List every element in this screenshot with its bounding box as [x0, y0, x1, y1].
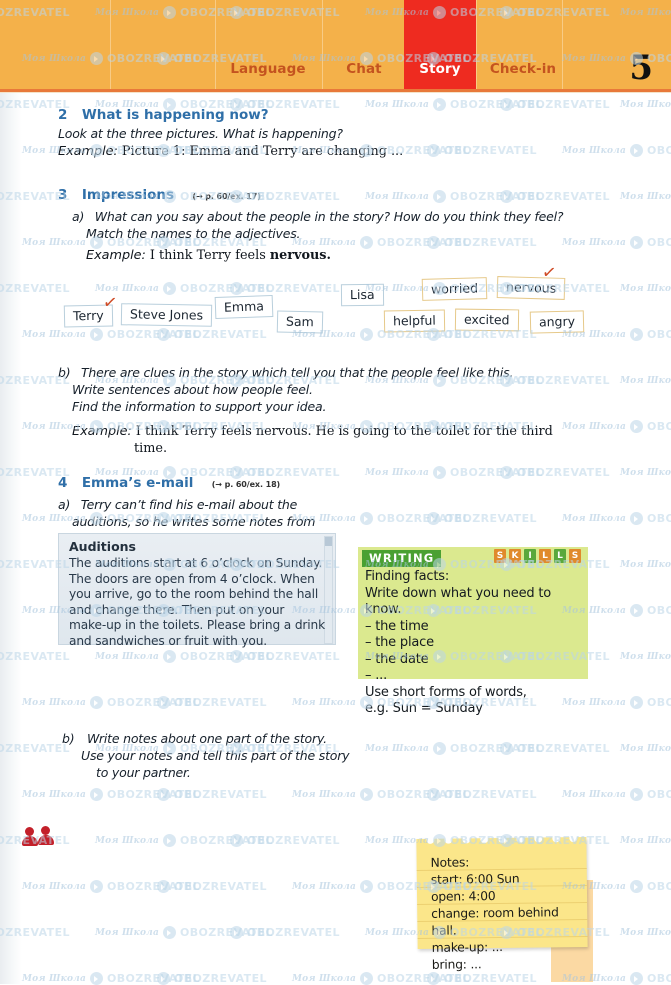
exercise-4-number: 4	[58, 475, 68, 491]
exercise-3b-example: Example: I think Terry feels nervous. He…	[72, 423, 553, 440]
tab-story[interactable]: Story	[404, 61, 476, 77]
exercise-3a-marker: a)	[72, 209, 85, 224]
exercise-3a-marker-line: a) What can you say about the people in …	[72, 209, 564, 226]
auditions-email-panel: Auditions The auditions start at 6 o’clo…	[58, 533, 336, 648]
exercise-3b-line3: Find the information to support your ide…	[72, 399, 327, 414]
notes-line-3: open: 4:00	[430, 889, 496, 904]
notes-line-5: make-up: ...	[431, 939, 503, 955]
pair-work-icon	[22, 826, 56, 848]
exercise-2-title: What is happening now?	[81, 107, 269, 123]
writing-skills-body: Finding facts: Write down what you need …	[365, 569, 583, 718]
writing-line-6: – the date	[365, 651, 429, 667]
exercise-3a-line2: Match the names to the adjectives.	[86, 226, 301, 241]
writing-line-7: – ...	[365, 668, 388, 683]
adjective-card-excited[interactable]: excited	[454, 308, 519, 332]
notes-line-2: start: 6:00 Sun	[430, 871, 520, 887]
tab-chat[interactable]: Chat	[333, 61, 395, 77]
notes-line-6: bring: ...	[431, 957, 482, 972]
notes-line-4: change: room behind hall.	[431, 905, 559, 938]
exercise-3b-example-text: I think Terry feels nervous. He is going…	[135, 424, 553, 439]
tick-icon-terry: ✓	[101, 292, 119, 314]
name-card-lisa[interactable]: Lisa	[340, 283, 384, 307]
skills-tile-k: K	[509, 549, 521, 563]
exercise-2-number: 2	[58, 107, 68, 123]
exercise-4-heading: 4 Emma’s e-mail (→ p. 60/ex. 18)	[58, 475, 280, 491]
adjective-card-angry[interactable]: angry	[529, 310, 585, 334]
skills-tile-i: I	[524, 549, 536, 563]
exercise-2-instruction: Look at the three pictures. What is happ…	[58, 126, 343, 141]
writing-line-9: e.g. Sun = Sunday	[365, 701, 483, 716]
header-divider	[322, 0, 323, 89]
exercise-4a-marker-line: a) Terry can’t find his e-mail about the	[58, 497, 297, 514]
skills-tile-s1: S	[494, 549, 506, 563]
header-divider	[215, 0, 216, 89]
page-header: Language Chat Story Check-in 5	[0, 0, 671, 89]
exercise-2-heading: 2 What is happening now?	[58, 107, 269, 123]
name-card-steve-jones[interactable]: Steve Jones	[120, 303, 213, 327]
exercise-3b-line1: There are clues in the story which tell …	[80, 365, 514, 380]
exercise-4b-marker: b)	[62, 731, 75, 746]
tab-check-in[interactable]: Check-in	[484, 61, 562, 77]
skills-tile-l1: L	[539, 549, 551, 563]
skills-tile-l2: L	[554, 549, 566, 563]
unit-number: 5	[629, 48, 653, 88]
header-divider	[110, 0, 111, 89]
skills-letter-tiles: S K I L L S	[494, 549, 581, 563]
exercise-3-reference: (→ p. 60/ex. 17)	[192, 192, 261, 201]
header-divider	[476, 0, 477, 89]
exercise-3a-example: Example: I think Terry feels nervous.	[86, 247, 331, 264]
writing-line-3: know.	[365, 602, 402, 617]
auditions-body: The auditions start at 6 o’clock on Sund…	[69, 556, 325, 648]
header-divider	[562, 0, 563, 89]
writing-line-1: Finding facts:	[365, 569, 450, 584]
page-content: 2 What is happening now? Look at the thr…	[0, 93, 671, 984]
panel-scrollbar[interactable]	[324, 536, 333, 644]
name-card-sam[interactable]: Sam	[276, 310, 324, 334]
exercise-3b-line2: Write sentences about how people feel.	[72, 382, 313, 397]
writing-line-5: – the place	[365, 635, 434, 650]
writing-skills-box: WRITING S K I L L S Finding facts: Write…	[358, 547, 588, 716]
exercise-4b-line3: to your partner.	[96, 765, 191, 780]
exercise-4a-line1: Terry can’t find his e-mail about the	[80, 497, 298, 512]
exercise-2-example-text: Picture 1: Emma and Terry are changing .…	[121, 144, 404, 159]
tick-icon-nervous: ✓	[540, 262, 558, 284]
exercise-3-title: Impressions	[81, 187, 174, 203]
writing-line-2: Write down what you need to	[365, 585, 552, 601]
exercise-3-number: 3	[58, 187, 68, 203]
name-card-emma[interactable]: Emma	[214, 294, 274, 320]
exercise-3b-marker: b)	[58, 365, 71, 380]
adjective-card-worried[interactable]: worried	[421, 277, 488, 301]
exercise-4a-line2: auditions, so he writes some notes from	[72, 514, 316, 529]
exercise-2-example: Example: Picture 1: Emma and Terry are c…	[58, 143, 403, 160]
exercise-4-reference: (→ p. 60/ex. 18)	[211, 480, 281, 489]
writing-line-4: – the time	[365, 618, 429, 634]
exercise-3a-example-text: I think Terry feels	[149, 248, 270, 263]
writing-tag-label: WRITING	[362, 550, 442, 567]
skills-tile-s2: S	[569, 549, 581, 563]
exercise-3a-line1: What can you say about the people in the…	[94, 209, 564, 224]
exercise-4b-line2: Use your notes and tell this part of the…	[81, 748, 350, 763]
exercise-3a-example-label: Example:	[86, 248, 146, 263]
notes-perforation	[416, 834, 586, 851]
tab-language[interactable]: Language	[226, 61, 310, 77]
exercise-3b-marker-line: b) There are clues in the story which te…	[58, 365, 513, 382]
exercise-3b-example-line2: time.	[134, 441, 168, 456]
exercise-3b-example-label: Example:	[72, 424, 132, 439]
notes-body: Notes: start: 6:00 Sun open: 4:00 change…	[431, 853, 584, 974]
exercise-2-example-label: Example:	[58, 144, 118, 159]
exercise-3a-example-bold: nervous.	[269, 248, 331, 263]
panel-scrollbar-thumb[interactable]	[325, 537, 332, 546]
notes-line-1: Notes:	[430, 855, 470, 870]
writing-line-8: Use short forms of words,	[365, 684, 527, 700]
auditions-title: Auditions	[69, 539, 136, 554]
exercise-4a-marker: a)	[58, 497, 71, 512]
exercise-4b-line1: Write notes about one part of the story.	[86, 731, 327, 746]
exercise-4b-marker-line: b) Write notes about one part of the sto…	[62, 731, 327, 748]
exercise-4-title: Emma’s e-mail	[81, 475, 194, 491]
exercise-3-heading: 3 Impressions (→ p. 60/ex. 17)	[58, 187, 261, 203]
notes-sticky-note: Notes: start: 6:00 Sun open: 4:00 change…	[416, 834, 588, 972]
adjective-card-helpful[interactable]: helpful	[383, 309, 446, 333]
